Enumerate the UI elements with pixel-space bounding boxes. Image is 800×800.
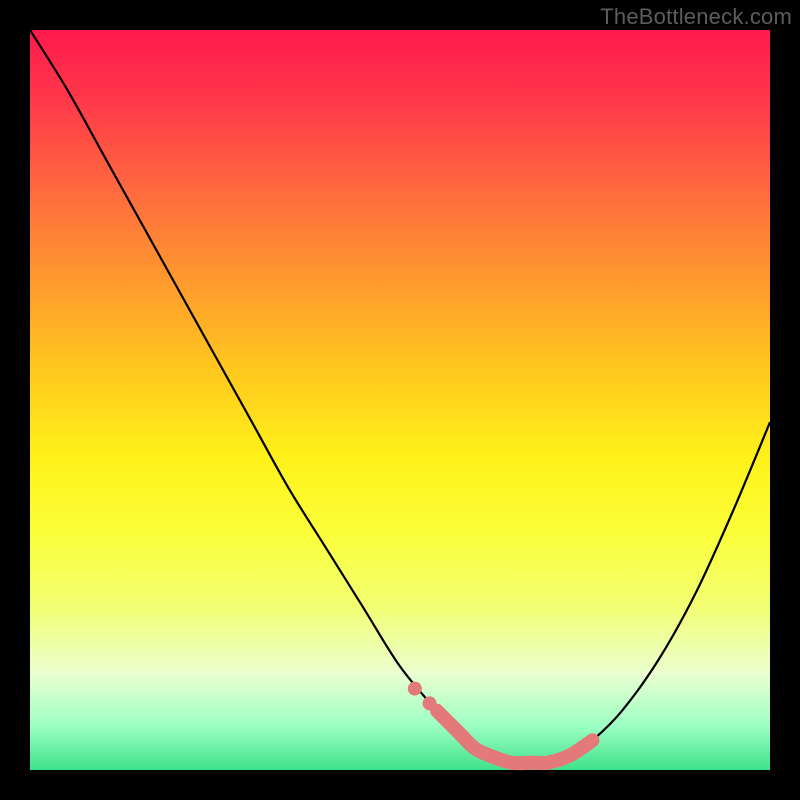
optimal-zone-overlay <box>437 711 592 763</box>
highlight-markers <box>408 682 437 711</box>
bottleneck-curve-svg <box>30 30 770 770</box>
highlight-dot <box>408 682 422 696</box>
bottleneck-curve <box>30 30 770 763</box>
watermark-label: TheBottleneck.com <box>600 4 792 30</box>
chart-plot-area <box>30 30 770 770</box>
chart-frame: TheBottleneck.com <box>0 0 800 800</box>
highlight-dot <box>423 696 437 710</box>
